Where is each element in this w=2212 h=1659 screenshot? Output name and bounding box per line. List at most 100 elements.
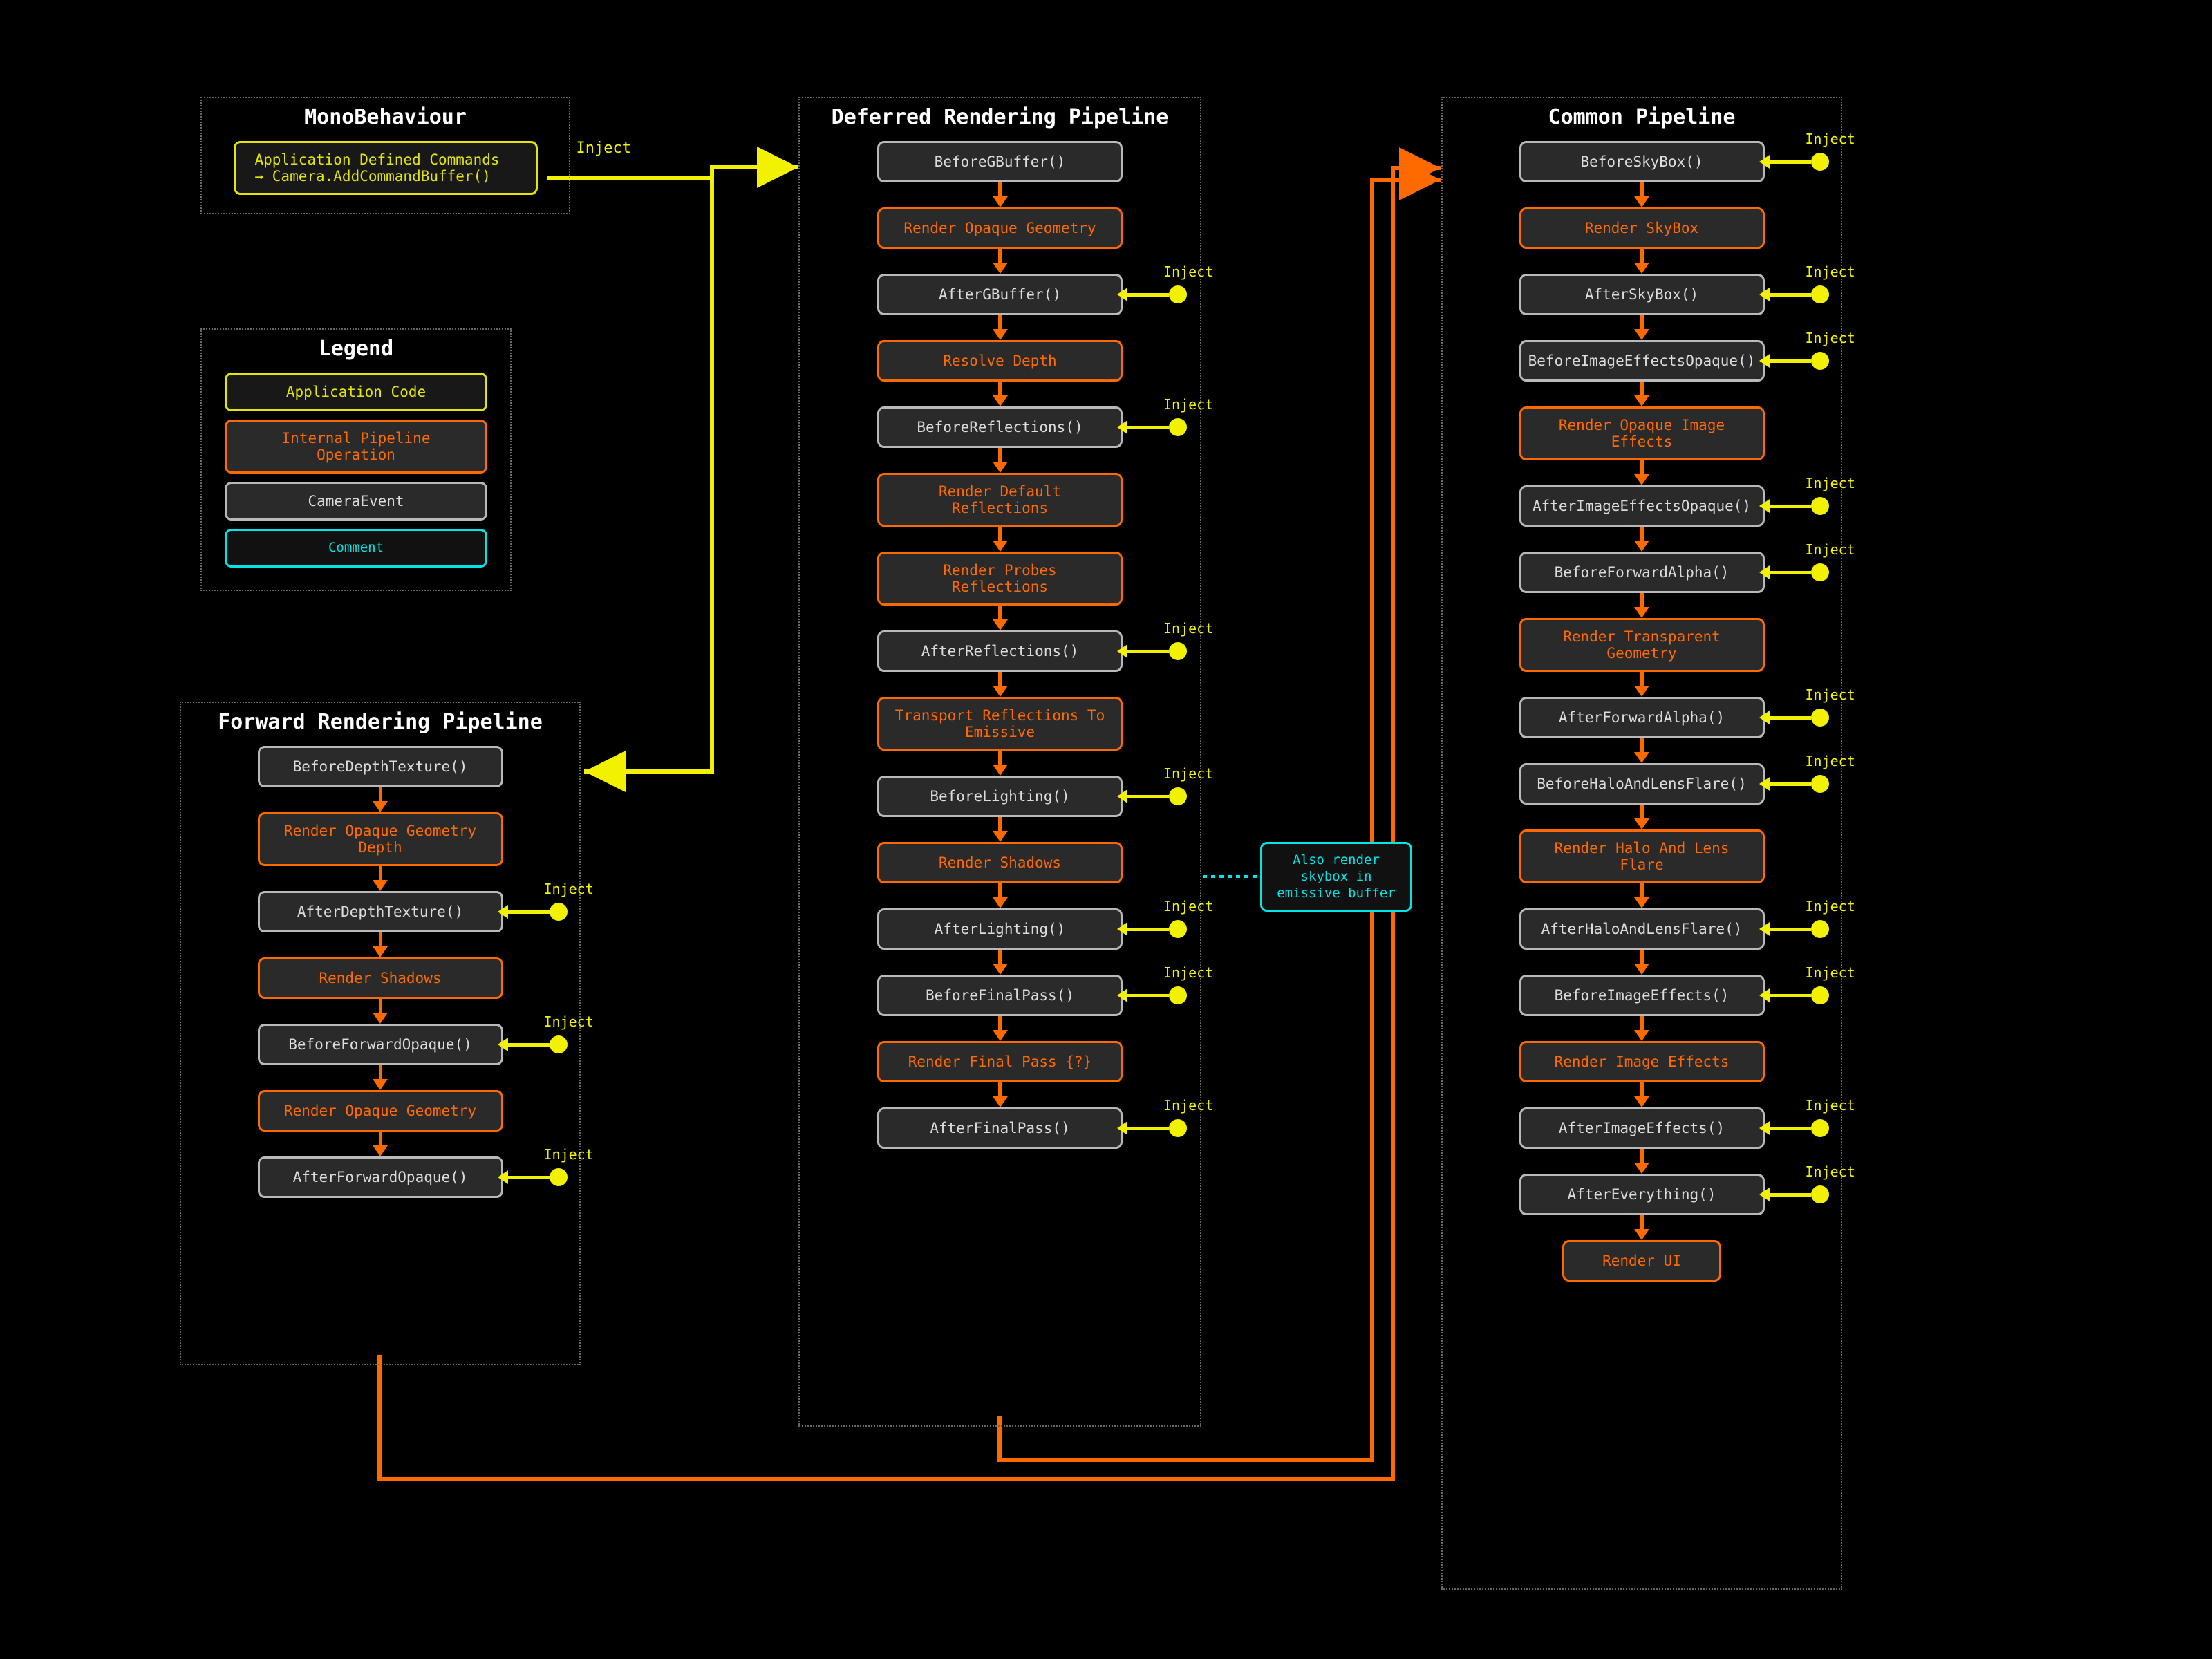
flow-arrow-down [993, 883, 1008, 908]
common-node-6: BeforeForwardAlpha()Inject [1519, 552, 1765, 593]
common-node-0: BeforeSkyBox()Inject [1519, 141, 1765, 182]
panel-deferred-pipeline: Deferred Rendering Pipeline BeforeGBuffe… [798, 97, 1201, 1427]
legend-event: CameraEvent [225, 482, 487, 521]
inject-point: Inject [1117, 1119, 1187, 1137]
flow-arrow-down [1634, 249, 1649, 274]
inject-point: Inject [498, 1168, 568, 1186]
deferred-node-12: BeforeFinalPass()Inject [877, 975, 1123, 1016]
flow-arrow-down [1634, 382, 1649, 406]
common-node-4: Render Opaque Image Effects [1519, 406, 1765, 460]
deferred-node-1: Render Opaque Geometry [877, 207, 1123, 249]
inject-point: Inject [1759, 775, 1829, 793]
common-node-12: BeforeImageEffects()Inject [1519, 975, 1765, 1016]
deferred-node-3: Resolve Depth [877, 340, 1123, 382]
panel-common-pipeline: Common Pipeline BeforeSkyBox()Inject Rend… [1441, 97, 1842, 1590]
inject-label: Inject [577, 140, 631, 157]
flow-arrow-down [1634, 950, 1649, 975]
inject-point: Inject [1759, 709, 1829, 727]
panel-title: MonoBehaviour [202, 105, 569, 129]
flow-arrow-down [1634, 1082, 1649, 1107]
common-node-13: Render Image Effects [1519, 1041, 1765, 1082]
flow-arrow-down [1634, 738, 1649, 763]
inject-point: Inject [1117, 920, 1187, 938]
flow-arrow-down [1634, 672, 1649, 697]
inject-point: Inject [1759, 285, 1829, 303]
forward-node-3: Render Shadows [258, 957, 503, 999]
inject-point: Inject [498, 1035, 568, 1053]
deferred-node-13: Render Final Pass {?} [877, 1041, 1123, 1082]
inject-point: Inject [1759, 153, 1829, 171]
panel-forward-pipeline: Forward Rendering Pipeline BeforeDepthTe… [180, 702, 581, 1365]
inject-point: Inject [1759, 1185, 1829, 1203]
deferred-node-7: AfterReflections()Inject [877, 630, 1123, 672]
inject-point: Inject [1117, 986, 1187, 1004]
flow-arrow-down [993, 249, 1008, 274]
inject-point: Inject [1759, 563, 1829, 581]
comment-skybox-emissive: Also render skybox in emissive buffer [1260, 842, 1412, 912]
inject-point: Inject [1759, 1119, 1829, 1137]
inject-point: Inject [1117, 285, 1187, 303]
common-node-2: AfterSkyBox()Inject [1519, 274, 1765, 315]
inject-point: Inject [1117, 787, 1187, 805]
flow-arrow-down [993, 182, 1008, 207]
flow-arrow-down [373, 999, 388, 1024]
inject-point: Inject [1117, 642, 1187, 660]
flow-arrow-down [993, 1082, 1008, 1107]
flow-arrow-down [993, 672, 1008, 697]
flow-arrow-down [373, 866, 388, 891]
flow-arrow-down [1634, 527, 1649, 552]
panel-title: Common Pipeline [1443, 105, 1841, 129]
forward-node-0: BeforeDepthTexture() [258, 746, 503, 787]
deferred-node-5: Render Default Reflections [877, 473, 1123, 527]
flow-arrow-down [1634, 1016, 1649, 1041]
flow-arrow-down [1634, 1149, 1649, 1174]
flow-arrow-down [993, 448, 1008, 473]
deferred-node-2: AfterGBuffer()Inject [877, 274, 1123, 315]
inject-point: Inject [1759, 497, 1829, 515]
inject-point: Inject [1759, 920, 1829, 938]
legend-op: Internal Pipeline Operation [225, 420, 487, 474]
inject-point: Inject [1759, 986, 1829, 1004]
flow-arrow-down [1634, 805, 1649, 830]
flow-arrow-down [993, 606, 1008, 630]
legend-comment: Comment [225, 529, 487, 568]
flow-arrow-down [1634, 315, 1649, 340]
common-node-9: BeforeHaloAndLensFlare()Inject [1519, 763, 1765, 805]
inject-point: Inject [498, 903, 568, 921]
common-node-10: Render Halo And Lens Flare [1519, 830, 1765, 883]
panel-title: Legend [202, 337, 510, 361]
common-node-5: AfterImageEffectsOpaque()Inject [1519, 485, 1765, 527]
deferred-node-14: AfterFinalPass()Inject [877, 1107, 1123, 1149]
panel-monobehaviour: MonoBehaviour Application Defined Comman… [200, 97, 570, 214]
flow-arrow-down [993, 315, 1008, 340]
flow-arrow-down [373, 932, 388, 957]
common-node-16: Render UI [1562, 1240, 1721, 1282]
forward-node-1: Render Opaque Geometry Depth [258, 812, 503, 866]
panel-legend: Legend Application Code Internal Pipeline… [200, 328, 512, 591]
flow-arrow-down [993, 950, 1008, 975]
forward-node-2: AfterDepthTexture()Inject [258, 891, 503, 932]
flow-arrow-down [373, 787, 388, 812]
flow-arrow-down [1634, 460, 1649, 485]
deferred-node-9: BeforeLighting()Inject [877, 776, 1123, 817]
flow-arrow-down [993, 382, 1008, 406]
app-commands-box: Application Defined Commands → Camera.Ad… [234, 141, 538, 195]
flow-arrow-down [1634, 593, 1649, 618]
common-node-8: AfterForwardAlpha()Inject [1519, 697, 1765, 738]
common-node-15: AfterEverything()Inject [1519, 1174, 1765, 1215]
deferred-node-10: Render Shadows [877, 842, 1123, 883]
panel-title: Forward Rendering Pipeline [181, 710, 579, 734]
common-node-7: Render Transparent Geometry [1519, 618, 1765, 672]
inject-point: Inject [1117, 418, 1187, 436]
flow-arrow-down [993, 527, 1008, 552]
forward-node-5: Render Opaque Geometry [258, 1090, 503, 1132]
forward-node-6: AfterForwardOpaque()Inject [258, 1156, 503, 1198]
flow-arrow-down [993, 1016, 1008, 1041]
common-node-14: AfterImageEffects()Inject [1519, 1107, 1765, 1149]
deferred-node-11: AfterLighting()Inject [877, 908, 1123, 950]
flow-arrow-down [1634, 883, 1649, 908]
flow-arrow-down [373, 1132, 388, 1156]
flow-arrow-down [993, 751, 1008, 776]
flow-arrow-down [1634, 182, 1649, 207]
legend-app: Application Code [225, 373, 487, 411]
